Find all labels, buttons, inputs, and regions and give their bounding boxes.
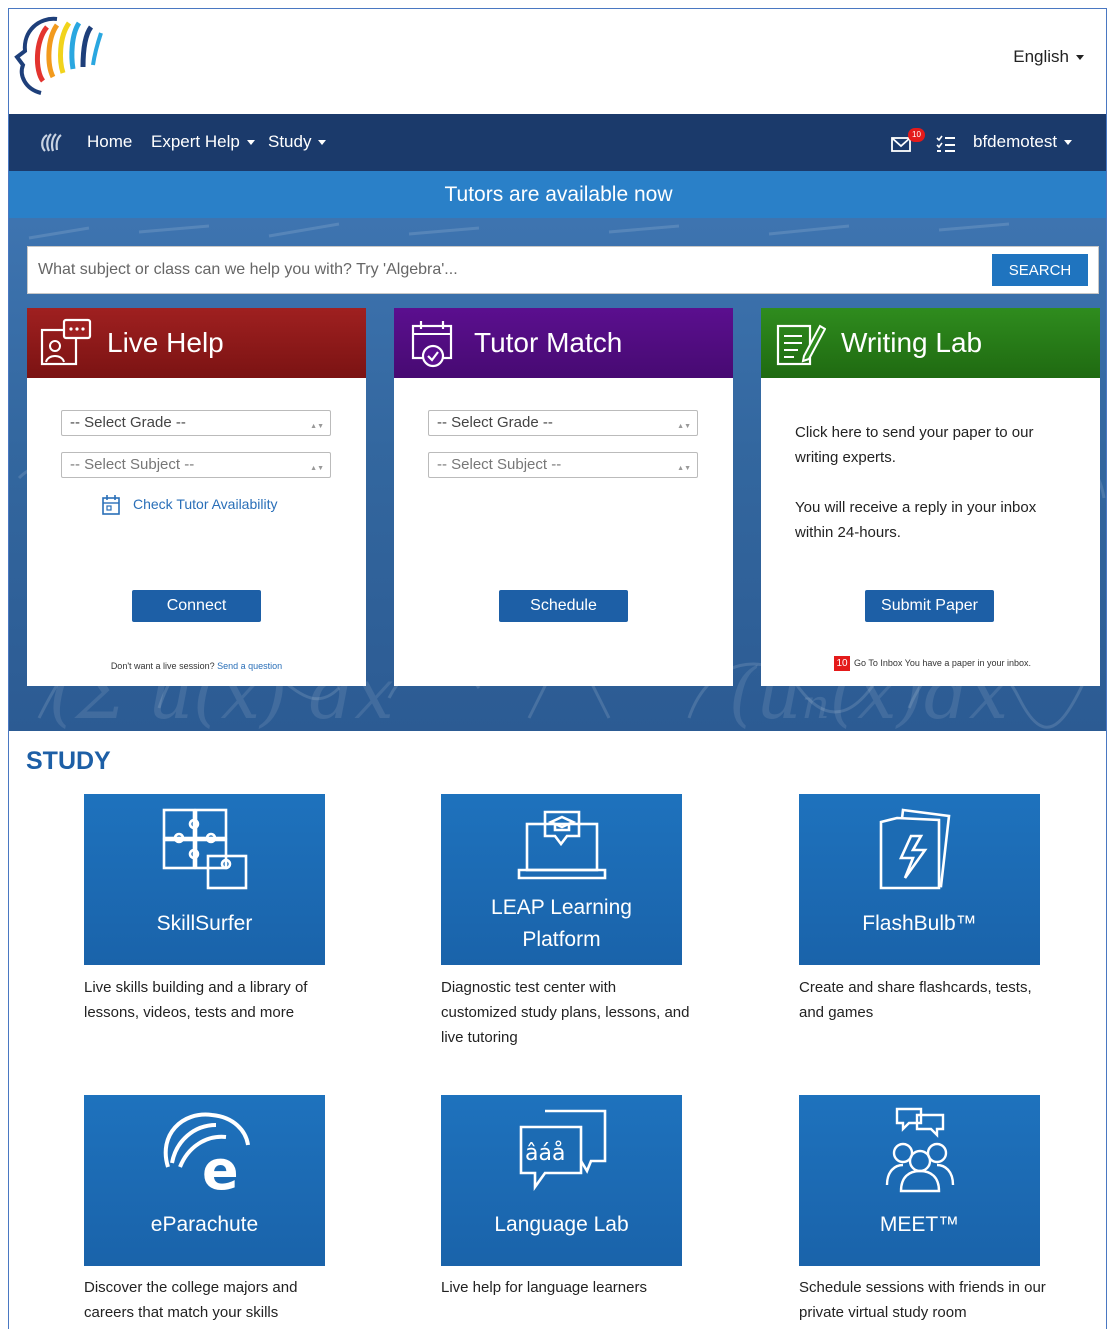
live-help-grade-select[interactable]: -- Select Grade -- ▲▼ (61, 410, 331, 436)
tutor-match-grade-select[interactable]: -- Select Grade -- ▲▼ (428, 410, 698, 436)
live-help-header[interactable]: Live Help (27, 308, 366, 378)
username-label: bfdemotest (973, 132, 1058, 151)
calendar-icon (102, 495, 120, 515)
tutor-match-subject-select[interactable]: -- Select Subject -- ▲▼ (428, 452, 698, 478)
subject-select-value: -- Select Subject -- (437, 456, 562, 473)
leap-label: LEAP Learning Platform (491, 896, 632, 951)
nav-study-label: Study (268, 132, 312, 151)
brand-mini-logo[interactable] (39, 131, 65, 155)
language-lab-label: Language Lab (494, 1213, 629, 1236)
inbox-count-badge: 10 (834, 656, 851, 671)
parachute-e-icon: e (163, 1112, 250, 1195)
chevron-down-icon (246, 140, 255, 146)
select-arrow-icon: ▲▼ (677, 465, 691, 472)
tutors-available-banner[interactable]: Tutors are available now (9, 171, 1106, 218)
live-help-note: Don't want a live session? Send a questi… (27, 661, 366, 671)
writing-lab-header[interactable]: Writing Lab (761, 308, 1100, 378)
svg-text:e: e (202, 1139, 239, 1195)
task-list-icon[interactable] (935, 134, 957, 154)
meet-description: Schedule sessions with friends in our pr… (799, 1279, 1046, 1321)
select-arrow-icon: ▲▼ (677, 423, 691, 430)
select-arrow-icon: ▲▼ (310, 465, 324, 472)
nav-study[interactable]: Study (268, 132, 327, 152)
tutor-match-card: Tutor Match -- Select Grade -- ▲▼ -- Sele… (394, 308, 733, 686)
laptop-graduation-icon (517, 810, 607, 880)
document-pencil-icon (776, 324, 826, 366)
connect-button[interactable]: Connect (132, 590, 261, 622)
inbox-note[interactable]: 10 Go To Inbox You have a paper in your i… (761, 656, 1100, 671)
subject-search-box: SEARCH (27, 246, 1099, 294)
puzzle-icon (162, 808, 248, 890)
nav-home-label: Home (87, 132, 133, 151)
writing-lab-text-1: Click here to send your paper to our wri… (795, 424, 1034, 466)
eparachute-label: eParachute (150, 1213, 259, 1236)
chevron-down-icon (318, 140, 327, 146)
skillsurfer-description: Live skills building and a library of le… (84, 979, 308, 1021)
speech-bubbles-icon: âáå (519, 1109, 607, 1191)
grade-select-value: -- Select Grade -- (437, 414, 553, 431)
nav-home[interactable]: Home (87, 132, 132, 152)
writing-lab-text-2: You will receive a reply in your inbox w… (795, 499, 1037, 541)
search-button[interactable]: SEARCH (992, 254, 1088, 286)
leap-learning-platform-tile[interactable]: LEAP Learning Platform (441, 794, 682, 965)
meet-tile[interactable]: MEET™ (799, 1095, 1040, 1266)
nav-expert-help[interactable]: Expert Help (151, 132, 255, 152)
mail-count-badge: 10 (908, 128, 925, 142)
brand-logo[interactable] (13, 11, 105, 103)
language-dropdown[interactable]: English (1013, 47, 1084, 67)
top-header: English (9, 9, 1106, 114)
group-chat-icon (885, 1107, 955, 1193)
user-menu[interactable]: bfdemotest (973, 132, 1073, 152)
chevron-down-icon (1076, 55, 1084, 61)
writing-lab-card: Writing Lab Click here to send your pape… (761, 308, 1100, 686)
nav-expert-help-label: Expert Help (151, 132, 240, 151)
eparachute-description: Discover the college majors and careers … (84, 1279, 298, 1321)
check-tutor-availability-link[interactable]: Check Tutor Availability (133, 496, 277, 512)
flashbulb-label: FlashBulb™ (862, 912, 977, 935)
send-question-link[interactable]: Send a question (217, 661, 282, 671)
language-lab-description: Live help for language learners (441, 1279, 647, 1296)
meet-label: MEET™ (879, 1213, 960, 1236)
submit-paper-button[interactable]: Submit Paper (865, 590, 994, 622)
banner-text: Tutors are available now (444, 183, 673, 206)
grade-select-value: -- Select Grade -- (70, 414, 186, 431)
live-chat-tutor-icon (40, 318, 92, 366)
live-help-title: Live Help (107, 327, 224, 358)
eparachute-tile[interactable]: e eParachute (84, 1095, 325, 1266)
calendar-check-icon (411, 321, 453, 368)
language-lab-tile[interactable]: âáå Language Lab (441, 1095, 682, 1266)
flashbulb-description: Create and share flashcards, tests, and … (799, 979, 1032, 1021)
study-section-title: STUDY (26, 747, 111, 775)
flashbulb-tile[interactable]: FlashBulb™ (799, 794, 1040, 965)
hero-section: (Σ u(x) dx (uₙ(x)dx SEARCH Live Help -- … (9, 218, 1106, 731)
skillsurfer-label: SkillSurfer (156, 912, 253, 935)
flashcards-icon (879, 808, 951, 890)
language-label: English (1013, 47, 1069, 66)
tutor-match-title: Tutor Match (474, 327, 623, 358)
svg-text:âáå: âáå (525, 1140, 565, 1166)
subject-select-value: -- Select Subject -- (70, 456, 195, 473)
live-help-subject-select[interactable]: -- Select Subject -- ▲▼ (61, 452, 331, 478)
skillsurfer-tile[interactable]: SkillSurfer (84, 794, 325, 965)
schedule-button[interactable]: Schedule (499, 590, 628, 622)
select-arrow-icon: ▲▼ (310, 423, 324, 430)
tutor-match-header[interactable]: Tutor Match (394, 308, 733, 378)
live-help-card: Live Help -- Select Grade -- ▲▼ -- Select… (27, 308, 366, 686)
live-help-note-text: Don't want a live session? (110, 661, 215, 671)
leap-description: Diagnostic test center with customized s… (441, 979, 690, 1046)
writing-lab-title: Writing Lab (841, 327, 983, 358)
page-frame: English Home Expert Help Study 10 bfdemo… (8, 8, 1107, 1329)
subject-search-input[interactable] (28, 247, 988, 293)
main-navbar: Home Expert Help Study 10 bfdemotest (9, 114, 1106, 171)
inbox-note-text: Go To Inbox You have a paper in your inb… (854, 657, 1031, 668)
chevron-down-icon (1064, 140, 1073, 146)
